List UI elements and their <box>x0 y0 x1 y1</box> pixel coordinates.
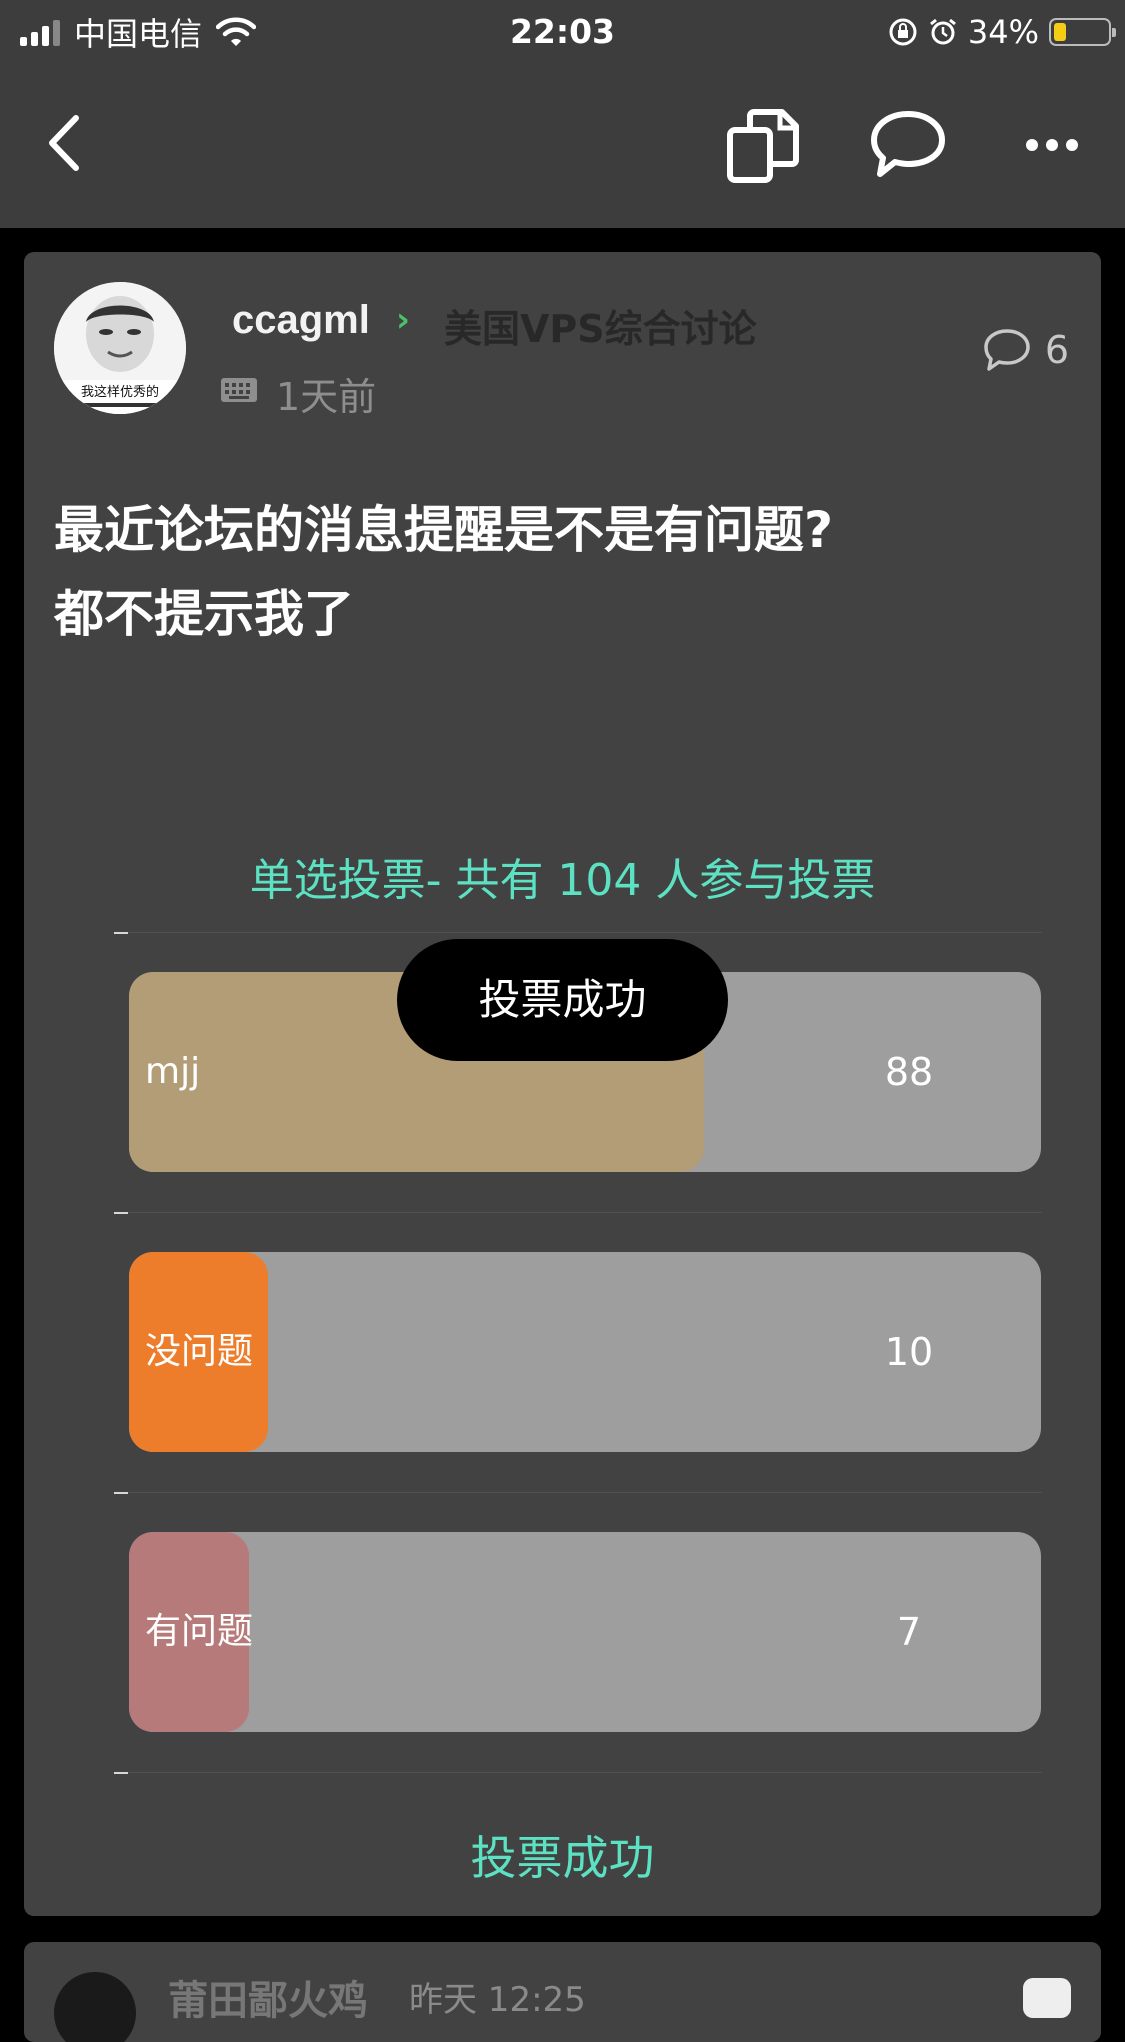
comment-icon[interactable] <box>868 108 948 184</box>
poll-option-count: 7 <box>896 1610 922 1654</box>
post-card: 我这样优秀的 ccagml › 美国VPS综合讨论 1天前 6 最近论坛的消息提… <box>24 252 1101 1916</box>
poll-dash <box>114 1212 128 1214</box>
reply-card[interactable]: 莆田鄙火鸡 昨天 12:25 <box>24 1942 1101 2042</box>
poll-heading: 单选投票- 共有 104 人参与投票 <box>249 855 876 906</box>
board-link[interactable]: 美国VPS综合讨论 <box>444 298 757 353</box>
breadcrumb-separator: › <box>396 300 411 340</box>
reply-time: 昨天 12:25 <box>409 1980 586 2020</box>
poll-option-count: 88 <box>884 1050 934 1094</box>
reply-action-icon[interactable] <box>1023 1978 1071 2018</box>
poll-option[interactable]: 有问题 7 <box>129 1532 1041 1732</box>
post-title: 最近论坛的消息提醒是不是有问题? 都不提示我了 <box>54 488 1074 656</box>
back-arrow-icon[interactable] <box>40 108 90 178</box>
post-title-line: 都不提示我了 <box>54 585 354 643</box>
avatar-caption: 我这样优秀的 <box>81 384 159 400</box>
status-bar: 中国电信 22:03 34% <box>0 0 1125 64</box>
poll-option[interactable]: 没问题 10 <box>129 1252 1041 1452</box>
poll-divider <box>114 1492 1042 1493</box>
nav-bar <box>0 64 1125 228</box>
comment-count[interactable]: 6 <box>983 328 1069 372</box>
avatar[interactable]: 我这样优秀的 <box>54 282 186 414</box>
poll-dash <box>114 1772 128 1774</box>
status-right: 34% <box>888 8 1116 56</box>
rotation-lock-icon <box>889 18 917 46</box>
poll-option-label: 有问题 <box>145 1611 254 1652</box>
poll-divider <box>114 932 1042 933</box>
poll-dash <box>114 1492 128 1494</box>
poll-dash <box>114 932 128 934</box>
copy-icon[interactable] <box>726 108 802 184</box>
comment-bubble-icon <box>984 329 1030 371</box>
author-name[interactable]: ccagml <box>232 298 370 343</box>
poll-option-label: mjj <box>145 1051 201 1092</box>
toast: 投票成功 <box>397 939 728 1061</box>
keyboard-icon <box>221 378 257 402</box>
poll-divider <box>114 1772 1042 1773</box>
battery-icon <box>1049 18 1116 46</box>
reply-author[interactable]: 莆田鄙火鸡 <box>168 1968 368 2026</box>
poll-status: 投票成功 <box>470 1831 655 1885</box>
post-title-line: 最近论坛的消息提醒是不是有问题? <box>54 501 834 559</box>
poll-option-label: 没问题 <box>145 1331 254 1372</box>
alarm-icon <box>929 18 956 45</box>
comment-count-value: 6 <box>1044 328 1069 372</box>
battery-percent: 34% <box>967 13 1039 51</box>
avatar[interactable] <box>54 1972 136 2042</box>
more-icon[interactable] <box>1024 130 1080 160</box>
post-time: 1天前 <box>276 375 377 419</box>
avatar-meme-image: 我这样优秀的 <box>54 282 186 414</box>
poll-option-count: 10 <box>884 1330 934 1374</box>
poll-divider <box>114 1212 1042 1213</box>
